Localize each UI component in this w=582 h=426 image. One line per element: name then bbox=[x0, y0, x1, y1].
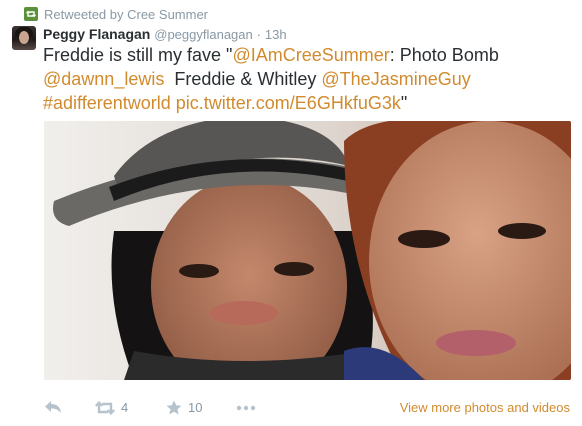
tweet-text-part: Freddie & Whitley bbox=[164, 69, 322, 89]
tweet-actions: 4 10 View more photos and videos bbox=[0, 392, 582, 426]
favorite-button[interactable]: 10 bbox=[166, 400, 202, 415]
view-more-photos-link[interactable]: View more photos and videos bbox=[400, 400, 570, 415]
time-separator: · bbox=[256, 27, 261, 42]
tweet-photo[interactable] bbox=[44, 121, 571, 380]
reply-button[interactable] bbox=[44, 400, 62, 414]
more-button[interactable] bbox=[236, 405, 256, 411]
retweet-button[interactable]: 4 bbox=[95, 400, 128, 415]
retweet-badge-icon bbox=[24, 7, 38, 21]
tweet-text: Freddie is still my fave "@IAmCreeSummer… bbox=[43, 43, 573, 115]
mention-link[interactable]: @TheJasmineGuy bbox=[321, 69, 470, 89]
author-name[interactable]: Peggy Flanagan bbox=[43, 26, 150, 42]
mention-link[interactable]: @dawnn_lewis bbox=[43, 69, 164, 89]
retweet-icon bbox=[95, 400, 115, 415]
tweet-header: Peggy Flanagan @peggyflanagan · 13h bbox=[43, 26, 287, 42]
reply-icon bbox=[44, 400, 62, 414]
tweet-timestamp[interactable]: 13h bbox=[265, 27, 287, 42]
hashtag-link[interactable]: #adifferentworld bbox=[43, 93, 171, 113]
tweet-text-part: Freddie is still my fave " bbox=[43, 45, 233, 65]
author-avatar[interactable] bbox=[12, 26, 36, 50]
tweet-text-part: " bbox=[400, 93, 408, 113]
mention-link[interactable]: @IAmCreeSummer bbox=[232, 45, 389, 65]
retweet-count[interactable]: 4 bbox=[121, 400, 128, 415]
more-icon bbox=[236, 405, 256, 411]
star-icon bbox=[166, 400, 182, 415]
favorite-count[interactable]: 10 bbox=[188, 400, 202, 415]
author-handle[interactable]: @peggyflanagan bbox=[154, 27, 253, 42]
retweet-context: Retweeted by Cree Summer bbox=[24, 5, 208, 23]
photo-illustration bbox=[44, 121, 571, 380]
media-link[interactable]: pic.twitter.com/E6GHkfuG3k bbox=[176, 93, 401, 113]
retweeted-by-text[interactable]: Retweeted by Cree Summer bbox=[44, 7, 208, 22]
tweet-text-part: : Photo Bomb bbox=[389, 45, 499, 65]
